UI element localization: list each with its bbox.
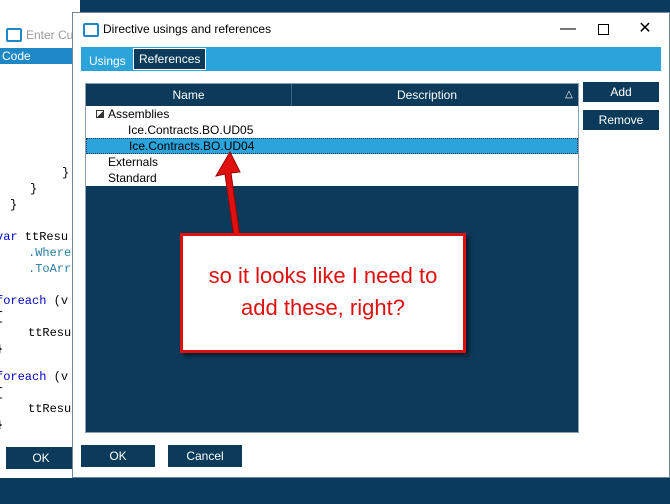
code-line: ttResu	[28, 326, 71, 340]
code-line: foreach (v	[0, 294, 68, 308]
remove-button[interactable]: Remove	[583, 110, 659, 130]
code-line: ttResu	[28, 402, 71, 416]
close-button[interactable]: ✕	[630, 16, 660, 42]
code-keyword: var	[0, 230, 18, 244]
code-text: {	[0, 386, 3, 400]
annotation-text: so it looks like I need to add these, ri…	[208, 263, 438, 320]
code-text: }	[0, 418, 3, 432]
tree-node-label: Externals	[108, 155, 159, 169]
ok-button[interactable]: OK	[81, 445, 155, 467]
add-button[interactable]: Add	[583, 82, 659, 102]
window-icon	[83, 23, 99, 37]
code-text: (v	[46, 370, 69, 384]
maximize-button[interactable]	[588, 16, 618, 42]
minimize-button[interactable]: —	[553, 16, 583, 42]
tree-node-label: Standard	[108, 171, 157, 185]
code-line: {	[0, 310, 3, 324]
grid-body: Assemblies Ice.Contracts.BO.UD05 Ice.Con…	[86, 106, 578, 186]
code-line: foreach (v	[0, 370, 68, 384]
code-text: }	[10, 198, 18, 212]
tree-node-externals[interactable]: Externals	[86, 154, 578, 170]
background-window-titlebar: Enter Cus	[0, 24, 80, 48]
code-line: }	[0, 418, 3, 432]
code-line: .ToArr	[28, 262, 71, 276]
annotation-callout: so it looks like I need to add these, ri…	[180, 233, 466, 353]
column-header-description[interactable]: Description	[292, 84, 562, 106]
code-header: Code	[0, 48, 80, 64]
code-line: var ttResu	[0, 230, 68, 244]
code-line: {	[0, 386, 3, 400]
taskbar	[0, 478, 670, 504]
code-text: }	[30, 182, 38, 196]
code-line: }	[30, 182, 37, 196]
tree-node-label: Ice.Contracts.BO.UD05	[128, 123, 254, 137]
background-ok-button[interactable]: OK	[6, 447, 76, 469]
code-keyword: foreach	[0, 294, 47, 308]
code-text: {	[0, 310, 3, 324]
tab-strip: Usings References	[81, 47, 661, 71]
code-text: .ToArr	[28, 262, 72, 276]
sort-triangle-icon[interactable]: △	[562, 87, 576, 103]
code-line: }	[62, 166, 69, 180]
dialog-title: Directive usings and references	[103, 22, 272, 36]
tree-node-assemblies[interactable]: Assemblies	[86, 106, 578, 122]
tree-node-standard[interactable]: Standard	[86, 170, 578, 186]
cancel-button[interactable]: Cancel	[168, 445, 242, 467]
code-text: .Where	[28, 246, 72, 260]
tab-usings[interactable]: Usings	[83, 49, 132, 69]
annotation-arrow	[214, 150, 241, 239]
tree-node-ud05[interactable]: Ice.Contracts.BO.UD05	[86, 122, 578, 138]
code-text: ttResu	[28, 326, 72, 340]
window-icon	[6, 28, 22, 42]
tab-references[interactable]: References	[133, 48, 207, 70]
code-line: }	[0, 342, 3, 356]
code-text: ttResu	[17, 230, 69, 244]
tree-node-label: Assemblies	[108, 107, 170, 121]
arrow-shape	[214, 150, 241, 239]
code-text: }	[62, 166, 70, 180]
collapse-icon[interactable]	[96, 110, 104, 118]
code-line: .Where	[28, 246, 71, 260]
background-window: Enter Cus Code }}} var ttResu .Where .ToArr…	[0, 0, 80, 478]
tree-node-ud04[interactable]: Ice.Contracts.BO.UD04	[86, 138, 578, 154]
grid-header: Name Description △	[86, 84, 578, 106]
column-header-name[interactable]: Name	[86, 84, 292, 106]
code-text: ttResu	[28, 402, 72, 416]
code-line: }	[10, 198, 17, 212]
code-keyword: foreach	[0, 370, 47, 384]
code-text: }	[0, 342, 3, 356]
code-text: (v	[46, 294, 69, 308]
maximize-icon	[597, 24, 609, 36]
